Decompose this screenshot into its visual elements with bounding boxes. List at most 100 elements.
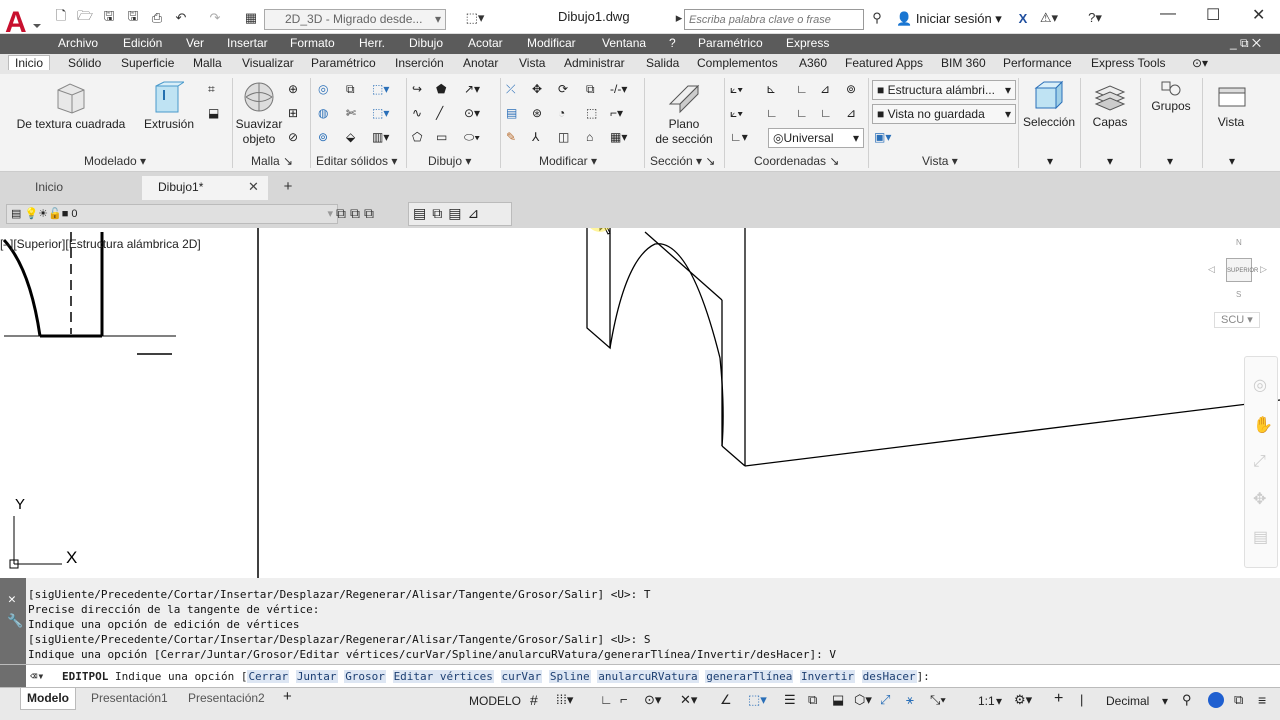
chevron-down-icon[interactable]: ▾ <box>1162 694 1168 708</box>
open-file-icon[interactable]: 🗁 <box>76 8 94 26</box>
3d-rotate-icon[interactable]: ◔ <box>558 106 576 122</box>
tab-malla[interactable]: Malla <box>193 56 222 70</box>
mesh-box-icon[interactable]: ⊞ <box>288 106 306 122</box>
pan-hand-icon[interactable]: ✋ <box>1253 415 1273 435</box>
extract-edges-icon[interactable]: ⬚▾ <box>372 82 390 98</box>
ucs-icon[interactable]: ⟀▾ <box>730 82 748 98</box>
spline-icon[interactable]: ∿ <box>412 106 430 122</box>
trim-icon[interactable]: ⤫ <box>506 82 524 98</box>
print-icon[interactable]: ⎙ <box>148 10 166 26</box>
rotate-icon[interactable]: ⟳ <box>558 82 576 98</box>
visual-style-dropdown[interactable]: ■ Estructura alámbri... ▾ <box>872 80 1016 100</box>
ucs-z-icon[interactable]: ∟ <box>820 106 838 122</box>
mesh-sphere-icon[interactable]: ⊕ <box>288 82 306 98</box>
autodesk-app-icon[interactable]: ⚠▾ <box>1040 10 1058 26</box>
layout-tab-presentacion1[interactable]: Presentación1 <box>91 691 168 705</box>
command-window-handle[interactable]: ✕ 🔧 <box>0 578 26 664</box>
section-plane-icon[interactable] <box>666 80 702 117</box>
model-space-button[interactable]: MODELO <box>469 694 521 708</box>
polygon-icon[interactable]: ⬠ <box>412 130 430 146</box>
align-icon[interactable]: ▤ <box>506 106 524 122</box>
tab-visualizar[interactable]: Visualizar <box>242 56 294 70</box>
showmotion-icon[interactable]: ▤ <box>1253 527 1268 547</box>
exchange-icon[interactable]: X <box>1014 10 1032 26</box>
close-icon[interactable]: ✕ <box>248 179 259 195</box>
chamfer-icon[interactable]: ⌐▾ <box>610 106 628 122</box>
tab-vista[interactable]: Vista <box>519 56 545 70</box>
isodraft-icon[interactable]: ✕▾ <box>680 692 697 708</box>
quick-properties-icon[interactable]: ⚲ <box>1182 692 1192 708</box>
mirror-icon[interactable]: ◫ <box>558 130 576 146</box>
wrench-icon[interactable]: 🔧 <box>7 614 23 629</box>
array-icon[interactable]: ▦▾ <box>610 130 628 146</box>
redo-icon[interactable]: ↷ <box>206 10 224 26</box>
viewport-controls-label[interactable]: [–][Superior][Estructura alámbrica 2D] <box>0 237 201 251</box>
menu-ventana[interactable]: Ventana <box>602 36 646 50</box>
maximize-button[interactable]: ☐ <box>1206 5 1220 25</box>
polar-tracking-icon[interactable]: ⊙▾ <box>644 692 661 708</box>
tab-bim360[interactable]: BIM 360 <box>941 56 986 70</box>
extrude-icon[interactable] <box>150 80 186 117</box>
erase-icon[interactable]: ✎ <box>506 130 524 146</box>
panel-coordenadas[interactable]: Coordenadas ↘ <box>754 154 839 168</box>
ucs-dropdown[interactable]: ◎Universal ▾ <box>768 128 864 148</box>
snap-icon[interactable]: ⁞⁞⁞▾ <box>556 692 573 708</box>
layout-tab-presentacion2[interactable]: Presentación2 <box>188 691 265 705</box>
panel-seccion[interactable]: Sección ▾ ↘ <box>650 154 715 168</box>
rectangle-icon[interactable]: ▭ <box>436 130 454 146</box>
named-view-dropdown[interactable]: ■ Vista no guardada ▾ <box>872 104 1016 124</box>
selection-filter-icon[interactable]: ⚹ <box>906 692 914 708</box>
viewport-config-icon[interactable]: ▣▾ <box>874 130 892 146</box>
share-icon[interactable]: ⬚▾ <box>460 10 490 26</box>
ucs-zaxis-icon[interactable]: ⊿ <box>846 106 864 122</box>
selection-icon[interactable] <box>1032 80 1064 115</box>
polysolid-icon[interactable]: ⬓ <box>208 106 226 122</box>
dynamic-ucs-icon[interactable]: ⤢ <box>880 692 890 708</box>
layer-tools-icons[interactable]: ⧉⧉⧉ <box>336 205 378 222</box>
chevron-down-icon[interactable]: ▾ <box>1160 154 1180 168</box>
chevron-down-icon[interactable]: ▾ <box>1040 154 1060 168</box>
menu-help[interactable]: ? <box>669 36 676 50</box>
tab-insercion[interactable]: Inserción <box>395 56 444 70</box>
viewcube[interactable]: SUPERIOR <box>1226 258 1258 282</box>
offset-icon[interactable]: ⌂ <box>586 130 604 146</box>
hardware-acceleration-icon[interactable] <box>1208 692 1224 708</box>
doc-tab-dibujo1[interactable]: Dibujo1* ✕ <box>142 176 268 200</box>
slice-icon[interactable]: ⧉ <box>346 82 364 98</box>
menu-herr[interactable]: Herr. <box>359 36 385 50</box>
layer-dropdown[interactable]: ▤ 💡☀🔓■ 0 ▾ <box>6 204 338 224</box>
new-file-icon[interactable]: 🗋 <box>52 8 70 26</box>
command-icon[interactable]: ⌫▾ <box>30 669 44 683</box>
hatch-icon[interactable]: ⬟ <box>436 82 454 98</box>
option-juntar[interactable]: Juntar <box>295 670 338 683</box>
workspace-icon[interactable]: ▦ <box>242 10 260 26</box>
polyline-icon[interactable]: ↪ <box>412 82 430 98</box>
autocad-logo-icon[interactable]: A <box>3 6 43 39</box>
units-dropdown[interactable]: Decimal <box>1106 694 1149 708</box>
ribbon-options-icon[interactable]: ⊙▾ <box>1192 56 1208 70</box>
close-button[interactable]: ✕ <box>1252 5 1265 25</box>
union-icon[interactable]: ◎ <box>318 82 336 98</box>
mesh-crease-icon[interactable]: ⊘ <box>288 130 306 146</box>
line-icon[interactable]: ╱ <box>436 106 454 122</box>
minimize-button[interactable]: — <box>1160 5 1176 23</box>
block-tools-icons[interactable]: ▤⧉▤⊿ <box>408 202 512 226</box>
binoculars-icon[interactable]: ⚲ <box>868 10 886 26</box>
isolate-objects-icon[interactable]: ⧉ <box>1234 692 1243 708</box>
ucs-previous-icon[interactable]: ∟ <box>796 82 814 98</box>
annotation-scale[interactable]: 1:1 <box>978 694 995 708</box>
thicken-icon[interactable]: ⬙ <box>346 130 364 146</box>
chevron-down-icon[interactable]: ▾ <box>1222 154 1242 168</box>
option-grosor[interactable]: Grosor <box>344 670 386 683</box>
ortho-icon[interactable]: ⌐ <box>620 692 628 707</box>
view-icon[interactable] <box>1216 82 1248 115</box>
osnap-tracking-icon[interactable]: ∠ <box>720 692 732 708</box>
infer-constraints-icon[interactable]: ∟ <box>600 692 613 707</box>
panel-modelado[interactable]: Modelado ▾ <box>84 154 146 168</box>
imprint-icon[interactable]: ⬚▾ <box>372 106 390 122</box>
steering-wheel-icon[interactable]: ◎ <box>1253 375 1267 395</box>
customization-icon[interactable]: ≡ <box>1258 692 1266 708</box>
menu-express[interactable]: Express <box>786 36 829 50</box>
ucs-object-icon[interactable]: ⊚ <box>846 82 864 98</box>
tab-inicio[interactable]: Inicio <box>8 55 51 70</box>
